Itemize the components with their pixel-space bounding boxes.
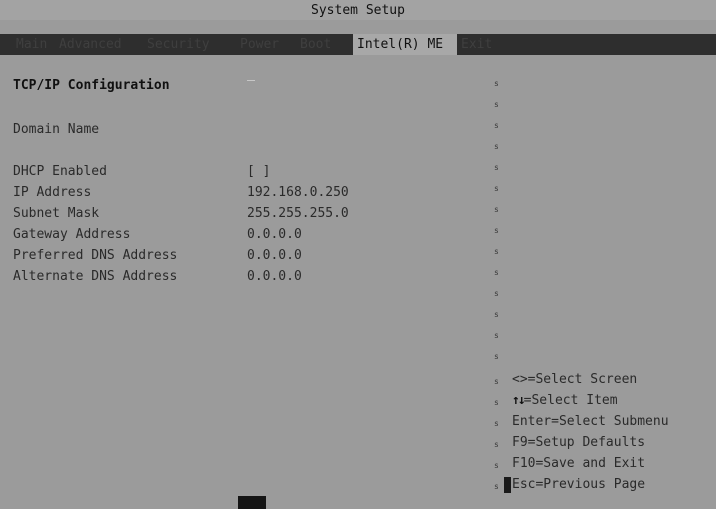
help-setup-defaults: F9=Setup Defaults	[512, 435, 646, 450]
divider-glyph: s	[494, 163, 499, 172]
menu-item-exit[interactable]: Exit	[457, 34, 496, 55]
help-select-screen: <>=Select Screen	[512, 372, 638, 387]
menu-item-power[interactable]: Power	[236, 34, 283, 55]
divider-glyph: s	[494, 142, 499, 151]
divider-glyph: s	[494, 289, 499, 298]
divider-glyph: s	[494, 482, 499, 491]
settings-panel: TCP/IP Configuration Domain Name DHCP En…	[0, 56, 488, 509]
ip-address-value[interactable]: 192.168.0.250	[247, 183, 349, 203]
help-prev-page: Esc=Previous Page	[504, 475, 646, 495]
alternate-dns-label: Alternate DNS Address	[13, 269, 178, 284]
divider-glyph: s	[494, 331, 499, 340]
menu-item-intel-me[interactable]: Intel(R) ME	[353, 34, 457, 55]
divider-glyph: s	[494, 184, 499, 193]
gateway-address-label: Gateway Address	[13, 227, 131, 242]
divider-glyph: s	[494, 247, 499, 256]
dhcp-enabled-label: DHCP Enabled	[13, 164, 107, 179]
domain-name-label: Domain Name	[13, 122, 100, 137]
ip-address-label: IP Address	[13, 185, 92, 200]
divider-glyph: s	[494, 79, 499, 88]
divider-glyph: s	[494, 205, 499, 214]
divider-glyph: s	[494, 121, 499, 130]
subnet-mask-value[interactable]: 255.255.255.0	[247, 204, 349, 224]
scroll-indicator	[238, 496, 266, 509]
dhcp-enabled-checkbox[interactable]: [ ]	[247, 162, 270, 182]
alternate-dns-value[interactable]: 0.0.0.0	[247, 267, 302, 287]
help-select-item: ↑↓=Select Item	[512, 391, 618, 411]
preferred-dns-label: Preferred DNS Address	[13, 248, 178, 263]
help-save-exit: F10=Save and Exit	[512, 456, 646, 471]
divider-glyph: s	[494, 377, 499, 386]
divider-glyph: s	[494, 440, 499, 449]
menu-bar: Main Advanced Security Power Boot Intel(…	[0, 34, 716, 55]
divider-glyph: s	[494, 461, 499, 470]
help-select-item-text: =Select Item	[523, 393, 618, 408]
gateway-address-value[interactable]: 0.0.0.0	[247, 225, 302, 245]
text-cursor	[247, 80, 255, 81]
up-down-arrow-icon: ↑↓	[512, 393, 526, 408]
preferred-dns-value[interactable]: 0.0.0.0	[247, 246, 302, 266]
divider-glyph: s	[494, 100, 499, 109]
menu-item-main[interactable]: Main	[12, 34, 51, 55]
divider-glyph: s	[494, 268, 499, 277]
help-prev-page-text: Esc=Previous Page	[512, 477, 646, 492]
divider-glyph: s	[494, 226, 499, 235]
window-title: System Setup	[0, 0, 716, 20]
bios-screen: System Setup Main Advanced Security Powe…	[0, 0, 716, 509]
divider-glyph: s	[494, 352, 499, 361]
menu-item-security[interactable]: Security	[143, 34, 214, 55]
menu-item-advanced[interactable]: Advanced	[55, 34, 126, 55]
highlight-cursor	[504, 477, 511, 493]
divider-glyph: s	[494, 398, 499, 407]
divider-glyph: s	[494, 310, 499, 319]
section-title: TCP/IP Configuration	[13, 78, 170, 93]
menu-item-boot[interactable]: Boot	[296, 34, 335, 55]
panel-divider: s s s s s s s s s s s s s s s s s s s s	[494, 56, 504, 509]
help-enter-submenu: Enter=Select Submenu	[512, 414, 669, 429]
subnet-mask-label: Subnet Mask	[13, 206, 100, 221]
divider-glyph: s	[494, 419, 499, 428]
